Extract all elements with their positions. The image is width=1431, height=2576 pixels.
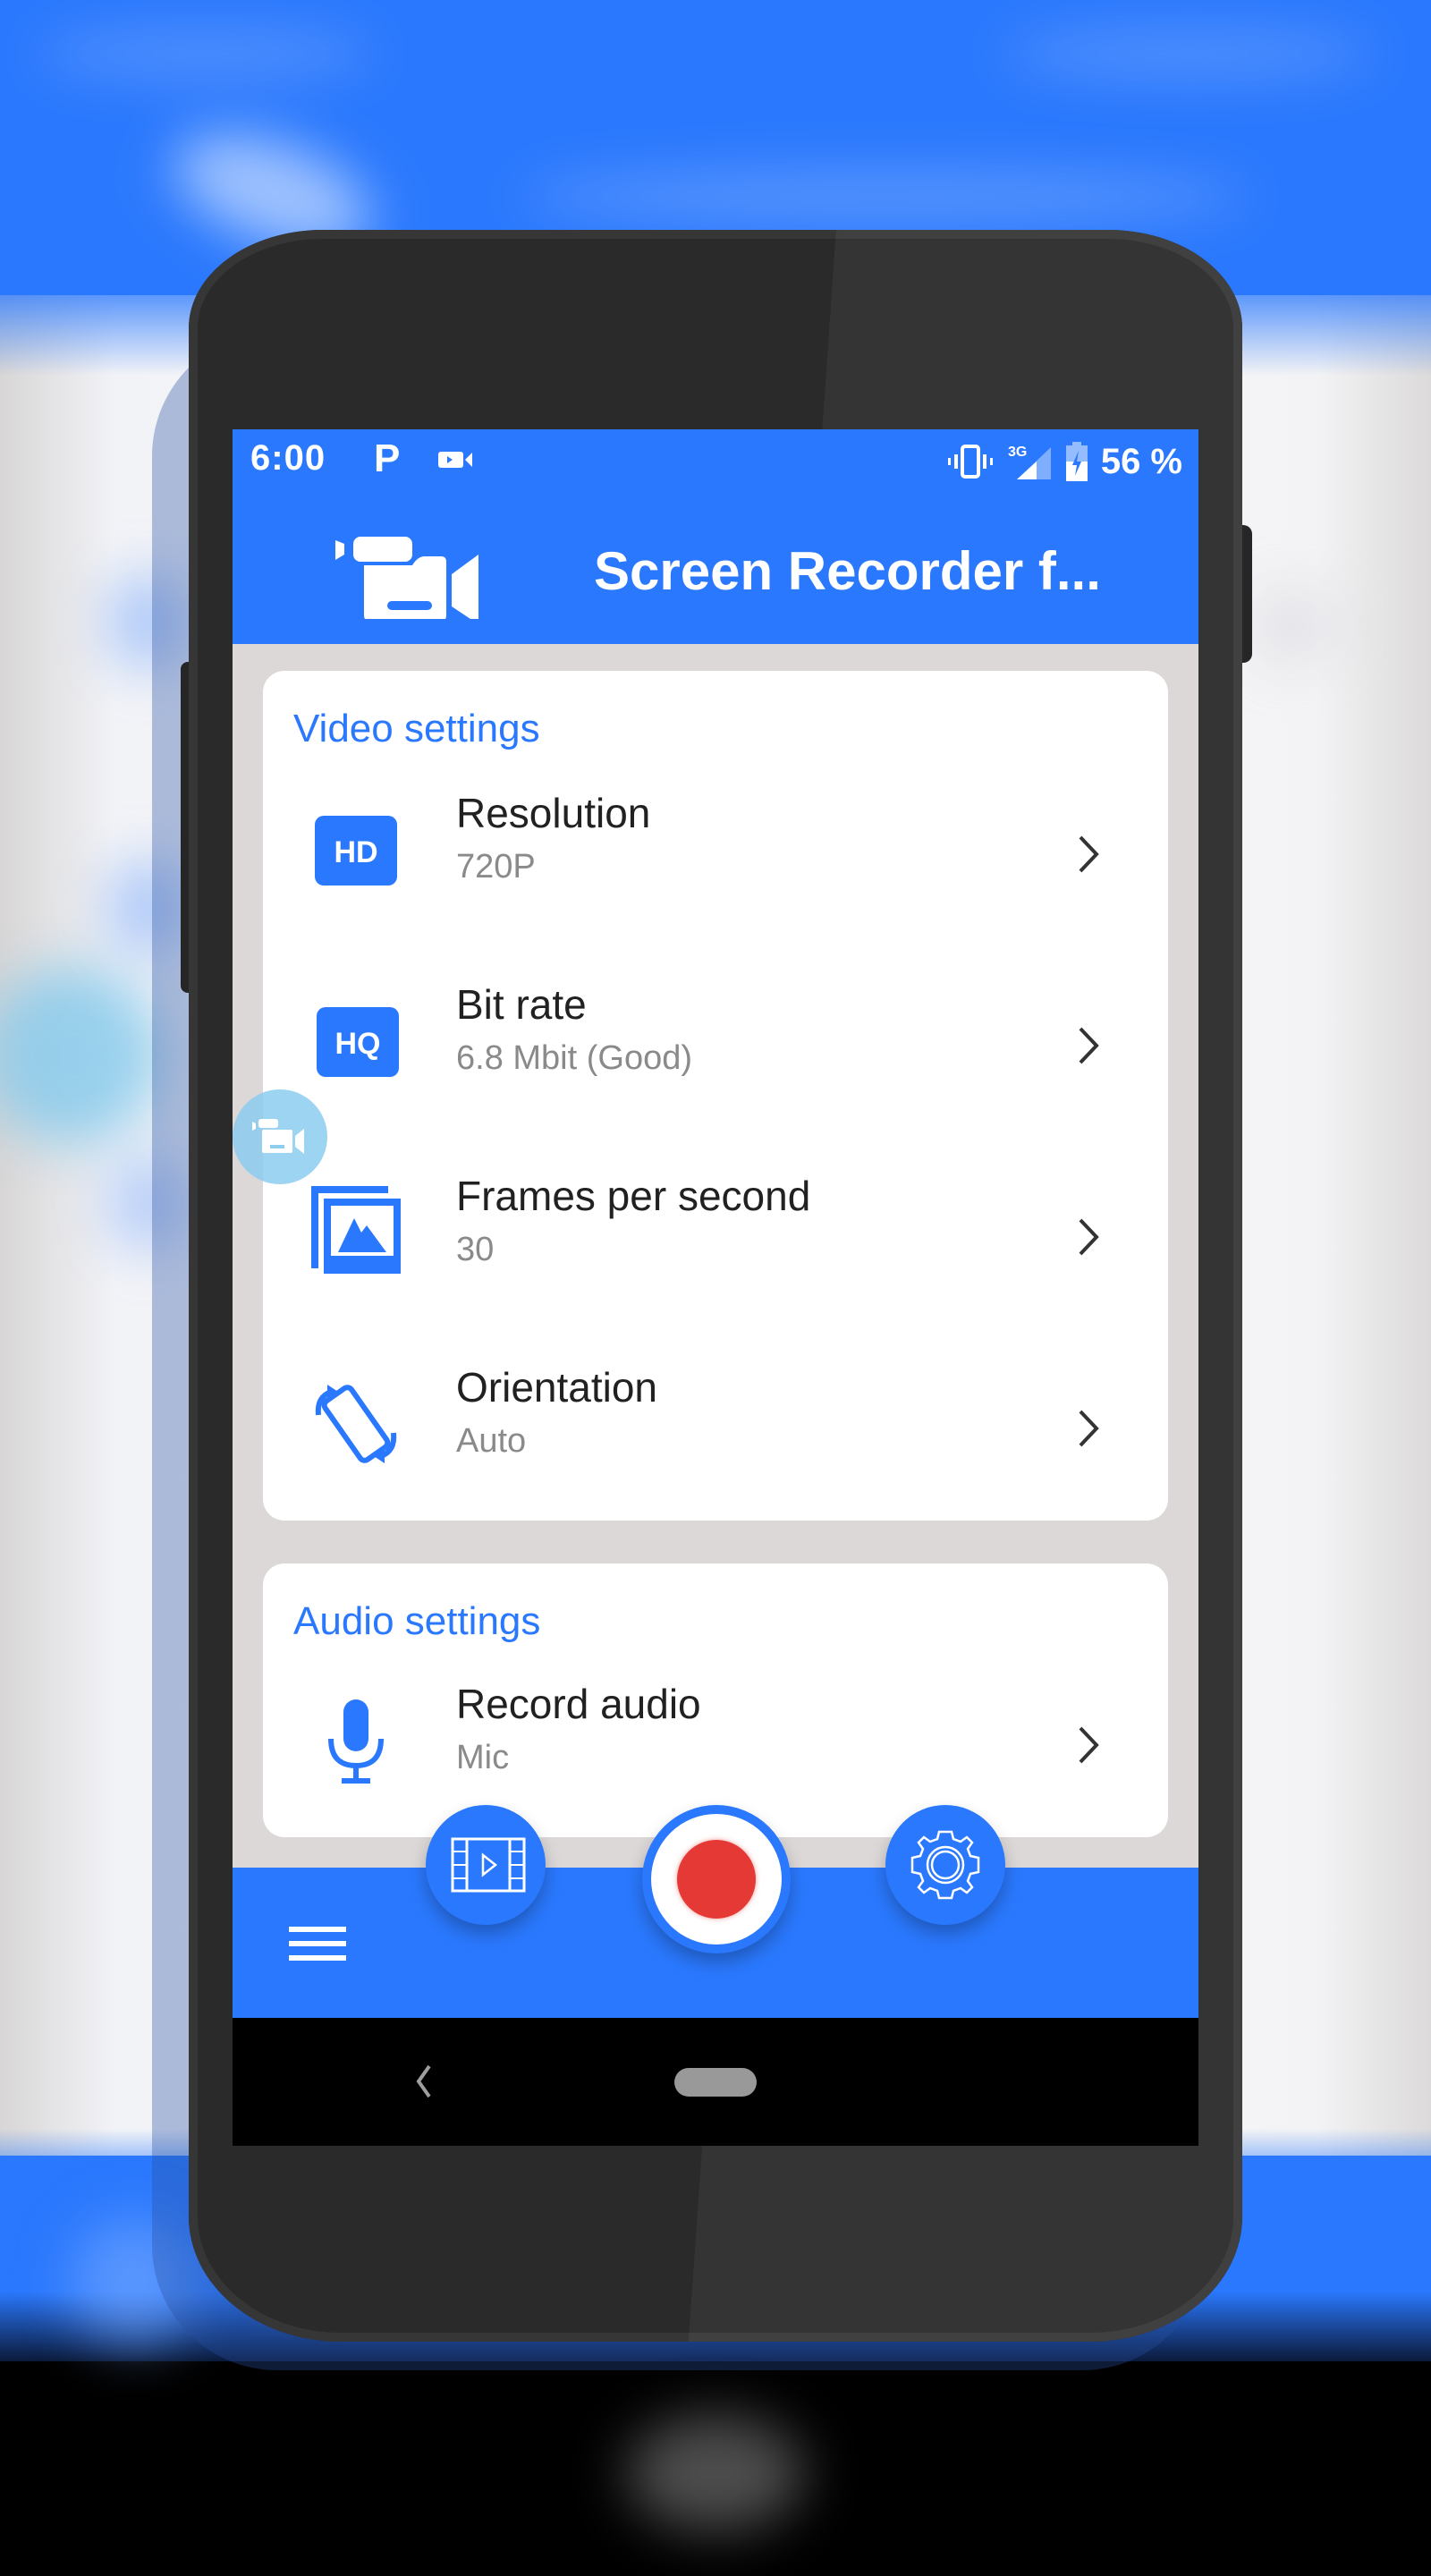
system-nav-bar <box>233 2018 1198 2146</box>
status-bar: 6:00 P 3G 56 % <box>233 429 1198 494</box>
floating-recorder-bubble[interactable] <box>233 1089 327 1184</box>
background-blur <box>626 2415 805 2531</box>
setting-orientation[interactable]: Orientation Auto <box>263 1343 1168 1513</box>
setting-value: Mic <box>456 1739 510 1776</box>
screen-rotation-icon <box>315 1385 397 1463</box>
svg-text:HD: HD <box>334 835 377 869</box>
setting-value: Auto <box>456 1422 527 1460</box>
record-button[interactable] <box>642 1805 791 1953</box>
background-blur <box>1002 27 1377 80</box>
background-blur <box>1252 590 1333 662</box>
setting-title: Resolution <box>456 790 651 836</box>
app-bar: Screen Recorder f... <box>233 494 1198 644</box>
hq-icon: HQ <box>317 1007 399 1077</box>
video-camera-icon <box>252 1119 304 1154</box>
hd-icon: HD <box>315 816 397 886</box>
chevron-right-icon <box>1079 1218 1099 1256</box>
video-library-icon <box>451 1837 526 1893</box>
screen-record-icon <box>438 452 472 468</box>
parking-icon: P <box>374 436 401 480</box>
video-camera-icon <box>335 537 478 619</box>
svg-text:3G: 3G <box>1008 445 1027 460</box>
video-settings-header: Video settings <box>293 707 540 750</box>
signal-3g-icon: 3G <box>1008 445 1051 479</box>
setting-title: Orientation <box>456 1364 658 1411</box>
phone-screen: 6:00 P 3G 56 % Screen Recorder f... Vide… <box>233 429 1198 2146</box>
battery-percentage: 56 % <box>1100 441 1182 481</box>
video-library-button[interactable] <box>426 1805 546 1925</box>
background-blur <box>519 170 1252 224</box>
record-button-ring <box>651 1814 782 1945</box>
menu-icon[interactable] <box>289 1927 346 1961</box>
home-pill[interactable] <box>674 2068 757 2097</box>
app-title: Screen Recorder f... <box>594 541 1101 601</box>
chevron-right-icon <box>1079 1726 1099 1764</box>
record-icon <box>677 1840 756 1919</box>
setting-title: Frames per second <box>456 1173 811 1219</box>
status-system-icons: 3G 56 % <box>945 438 1182 485</box>
setting-title: Bit rate <box>456 981 587 1028</box>
microphone-icon <box>328 1699 384 1784</box>
settings-gear-icon <box>910 1830 980 1900</box>
video-settings-card: Video settings HD Resolution 720P HQ Bit… <box>263 671 1168 1521</box>
svg-text:HQ: HQ <box>335 1027 381 1061</box>
battery-charging-icon <box>1065 442 1088 481</box>
chevron-right-icon <box>1079 835 1099 873</box>
setting-value: 30 <box>456 1231 495 1268</box>
audio-settings-card: Audio settings Record audio Mic <box>263 1563 1168 1837</box>
chevron-right-icon <box>1079 1027 1099 1064</box>
setting-value: 720P <box>456 848 536 886</box>
vibrate-icon <box>947 445 993 479</box>
setting-value: 6.8 Mbit (Good) <box>456 1039 692 1077</box>
status-time: 6:00 <box>250 438 326 478</box>
settings-button[interactable] <box>885 1805 1005 1925</box>
setting-bit-rate[interactable]: HQ Bit rate 6.8 Mbit (Good) <box>263 961 1168 1131</box>
back-icon[interactable] <box>411 2059 438 2104</box>
frames-icon <box>311 1186 401 1274</box>
setting-resolution[interactable]: HD Resolution 720P <box>263 769 1168 939</box>
audio-settings-header: Audio settings <box>293 1599 541 1643</box>
background-blur <box>36 27 376 80</box>
setting-title: Record audio <box>456 1681 701 1727</box>
chevron-right-icon <box>1079 1410 1099 1447</box>
setting-frames-per-second[interactable]: Frames per second 30 <box>263 1152 1168 1322</box>
